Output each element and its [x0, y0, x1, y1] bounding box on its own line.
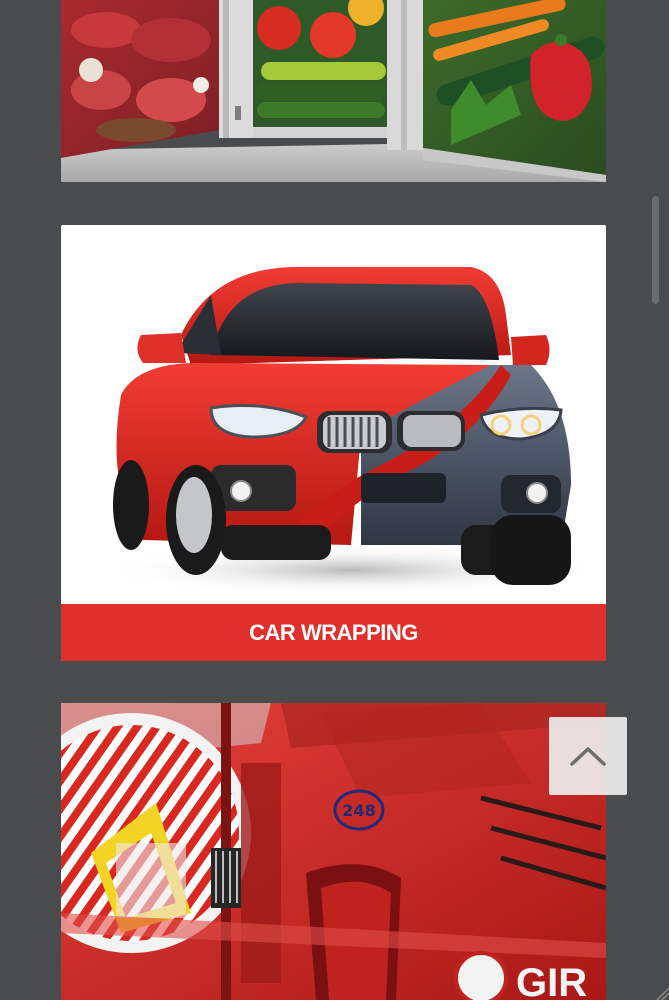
chevron-up-icon — [570, 747, 606, 766]
car-wrapping-caption[interactable]: CAR WRAPPING — [249, 620, 418, 646]
portfolio-item-bus-wrap[interactable]: 248 GIR — [61, 703, 606, 1000]
grocery-storefront-image — [61, 0, 606, 182]
resize-grip-icon[interactable] — [655, 986, 669, 1000]
back-to-top-button[interactable] — [549, 717, 627, 795]
car-wrapping-image — [61, 225, 606, 603]
scrollbar-thumb[interactable] — [652, 196, 659, 304]
bus-number-text: 248 — [342, 801, 375, 820]
caption-bar: CAR WRAPPING — [61, 604, 606, 661]
portfolio-item-car-wrapping[interactable]: CAR WRAPPING — [61, 225, 606, 661]
portfolio-item-grocery-storefront[interactable] — [61, 0, 606, 182]
bus-wrap-image: 248 GIR — [61, 703, 606, 1000]
page: CAR WRAPPING 248 GIR — [0, 0, 669, 1000]
bus-logo-text: GIR — [516, 961, 587, 1000]
